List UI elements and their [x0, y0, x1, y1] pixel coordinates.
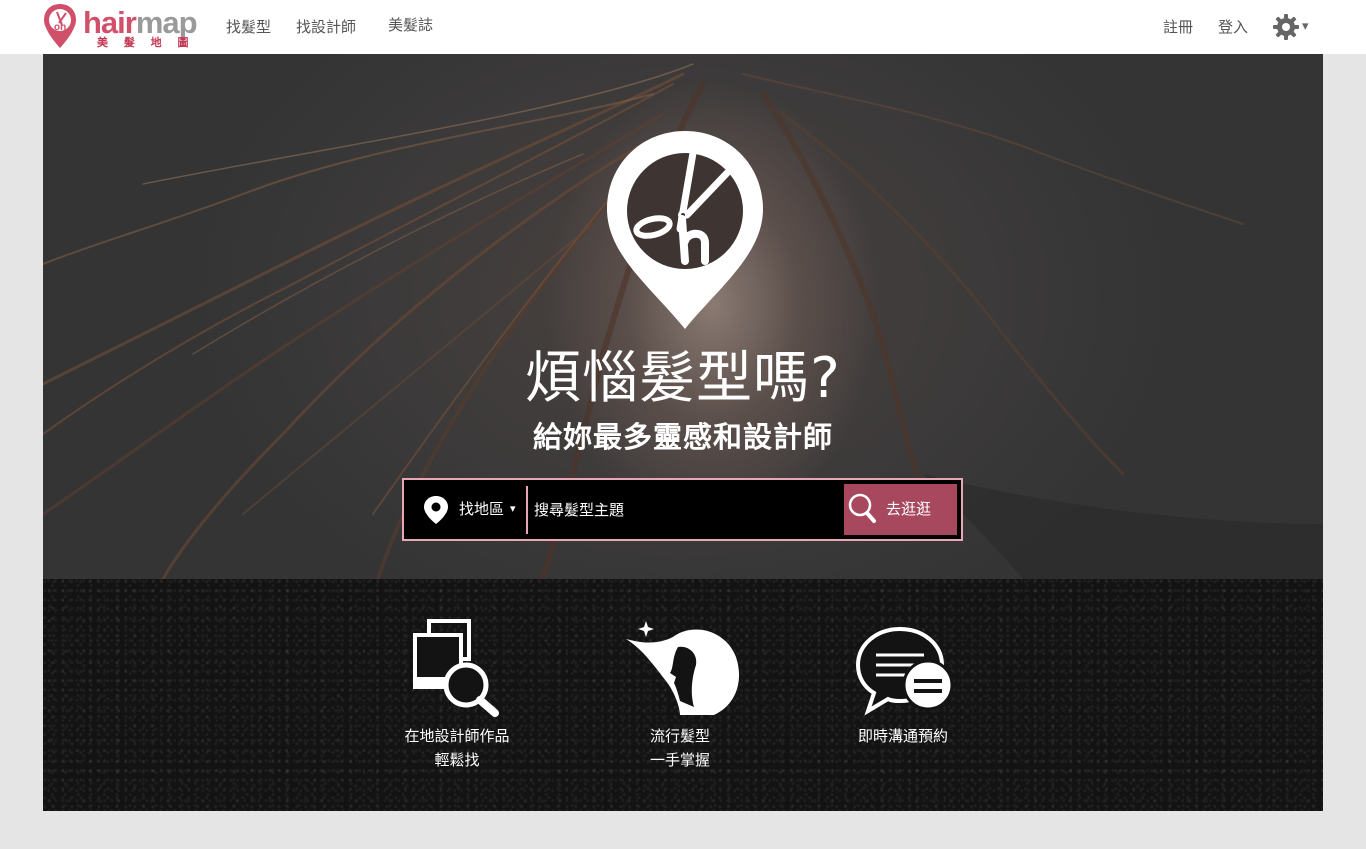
search-input[interactable]: [534, 492, 834, 528]
hair-profile-icon: [626, 621, 740, 715]
register-link[interactable]: 註冊: [1163, 17, 1193, 37]
location-pin-icon: [424, 496, 448, 524]
hero-logo-pin-icon: [607, 131, 763, 329]
login-link[interactable]: 登入: [1218, 17, 1248, 37]
settings-menu-button[interactable]: ▾: [1272, 13, 1314, 43]
nav-find-hairstyle[interactable]: 找髮型: [226, 17, 271, 37]
gallery-search-icon: [413, 619, 499, 717]
search-submit-button[interactable]: 去逛逛: [844, 484, 957, 535]
svg-text:oh: oh: [54, 22, 66, 33]
hero-banner: 煩惱髮型嗎? 給妳最多靈感和設計師 找地區 ▾ 去逛逛: [43, 54, 1323, 579]
top-navbar: oh hairmap 美 髮 地 圖 找髮型 找設計師 美髮誌 註冊 登入 ▾: [0, 0, 1366, 54]
feature-designer-works: 在地設計師作品 輕鬆找: [357, 617, 557, 769]
location-dropdown[interactable]: 找地區 ▾: [404, 480, 527, 539]
search-bar: 找地區 ▾ 去逛逛: [402, 478, 963, 541]
feature-designer-works-line1: 在地設計師作品: [404, 727, 510, 745]
feature-instant-booking-line1: 即時溝通預約: [857, 727, 948, 745]
features-band: 在地設計師作品 輕鬆找 流行髮型 一手掌握 即時溝通預約: [43, 579, 1323, 811]
gear-icon: [1273, 14, 1299, 40]
chat-bubbles-icon: [855, 626, 954, 716]
search-divider: [526, 486, 528, 534]
chevron-down-icon: ▾: [510, 502, 516, 515]
site-logo[interactable]: oh hairmap 美 髮 地 圖: [43, 3, 203, 51]
hero-subtitle: 給妳最多靈感和設計師: [532, 420, 833, 454]
feature-designer-works-line2: 輕鬆找: [434, 751, 480, 769]
hero-title: 煩惱髮型嗎?: [525, 346, 841, 411]
feature-trending-styles-line2: 一手掌握: [649, 751, 710, 769]
chevron-down-icon: ▾: [1302, 19, 1309, 34]
feature-instant-booking: 即時溝通預約: [803, 617, 1003, 745]
feature-trending-styles: 流行髮型 一手掌握: [580, 617, 780, 769]
search-icon: [848, 493, 876, 523]
nav-hair-magazine[interactable]: 美髮誌: [388, 15, 433, 35]
nav-find-designer[interactable]: 找設計師: [296, 17, 356, 37]
logo-pin-icon: oh: [44, 4, 76, 48]
location-label: 找地區: [459, 500, 505, 518]
logo-subtitle: 美 髮 地 圖: [97, 36, 195, 49]
feature-trending-styles-line1: 流行髮型: [649, 727, 710, 745]
search-button-label: 去逛逛: [886, 500, 932, 518]
